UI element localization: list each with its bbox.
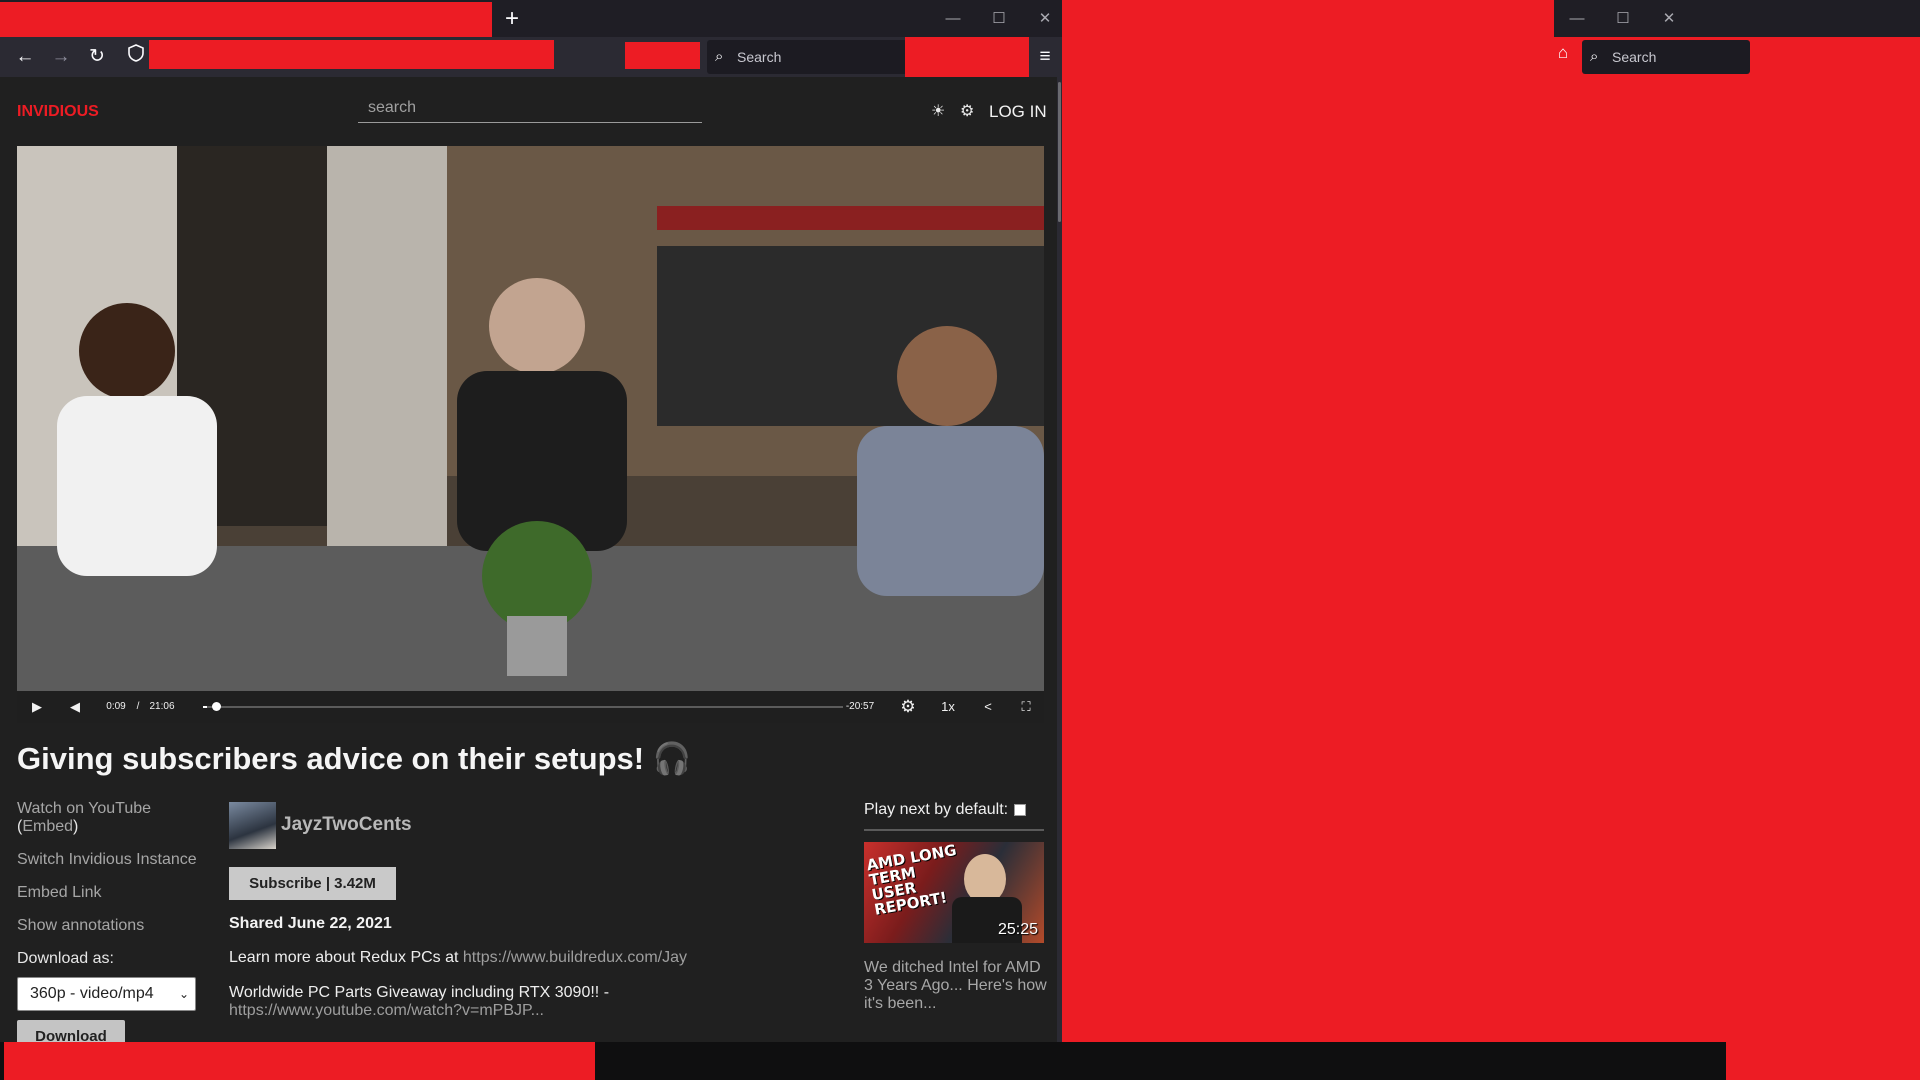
url-bar[interactable] [149, 40, 554, 69]
description-line-2: Worldwide PC Parts Giveaway including RT… [229, 984, 610, 1019]
video-actions: Watch on YouTube (Embed) Switch Invidiou… [17, 800, 212, 968]
play-next-label: Play next by default: [864, 801, 1009, 818]
page-content: INVIDIOUS ☀ ⚙ LOG IN [0, 77, 1057, 1042]
play-next-checkbox[interactable] [1014, 804, 1026, 816]
description-link[interactable]: https://www.youtube.com/watch?v=mPBJP... [229, 1002, 544, 1019]
minimize-icon[interactable]: — [1552, 0, 1602, 37]
login-link[interactable]: LOG IN [989, 102, 1047, 122]
embed-link-link[interactable]: Embed Link [17, 884, 212, 902]
sun-icon[interactable]: ☀ [931, 101, 945, 121]
second-window-titlebar: — ☐ ✕ [1554, 0, 1920, 37]
browser-window: + — ☐ ✕ ← → ↻ ⌕ Search ≡ INVIDIOUS ☀ ⚙ L… [0, 0, 1062, 1042]
video-player[interactable] [17, 146, 1044, 691]
redacted-tab[interactable] [0, 2, 492, 37]
seek-handle[interactable] [212, 702, 221, 711]
search-icon: ⌕ [715, 48, 724, 65]
download-format-select[interactable]: 360p - video/mp4 ⌄ [17, 977, 196, 1011]
search-icon: ⌕ [1590, 48, 1599, 65]
watch-on-youtube-link[interactable]: Watch on YouTube [17, 800, 212, 818]
settings-gear-icon[interactable]: ⚙ [895, 691, 921, 723]
reload-icon[interactable]: ↻ [82, 43, 112, 71]
seek-bar-fill [203, 706, 208, 708]
video-title: Giving subscribers advice on their setup… [17, 741, 692, 776]
video-frame [17, 146, 1044, 691]
recommended-video-title[interactable]: We ditched Intel for AMD 3 Years Ago... … [864, 959, 1049, 1013]
redacted-taskbar-area[interactable] [4, 1042, 595, 1080]
menu-icon[interactable]: ≡ [1030, 43, 1060, 71]
second-window-search-input[interactable]: ⌕ Search [1582, 40, 1750, 74]
shared-date: Shared June 22, 2021 [229, 915, 392, 932]
video-duration: 25:25 [997, 921, 1038, 938]
channel-avatar[interactable] [229, 802, 276, 849]
scrollbar-thumb[interactable] [1058, 82, 1061, 222]
player-controls: ▶ ◀ 0:09 / 21:06 -20:57 ⚙ 1x < ⛶ [17, 691, 1044, 723]
site-logo[interactable]: INVIDIOUS [17, 103, 99, 121]
download-label: Download as: [17, 950, 114, 967]
play-icon[interactable]: ▶ [27, 691, 47, 723]
share-icon[interactable]: < [975, 691, 1001, 723]
divider [864, 829, 1044, 831]
embed-line: (Embed) [17, 818, 79, 835]
gear-icon[interactable]: ⚙ [960, 101, 974, 121]
show-annotations-link[interactable]: Show annotations [17, 917, 212, 935]
close-icon[interactable]: ✕ [1020, 0, 1062, 37]
browser-search-input[interactable]: ⌕ Search [707, 40, 907, 74]
download-button[interactable]: Download [17, 1020, 125, 1042]
redacted-control[interactable] [625, 42, 700, 69]
redacted-toolbar[interactable] [905, 37, 1029, 77]
subscribe-button[interactable]: Subscribe | 3.42M [229, 867, 396, 900]
embed-link[interactable]: Embed [22, 818, 73, 835]
maximize-icon[interactable]: ☐ [1598, 0, 1648, 37]
duration: 21:06 [149, 701, 175, 712]
maximize-icon[interactable]: ☐ [974, 0, 1024, 37]
volume-icon[interactable]: ◀ [65, 691, 85, 723]
channel-name[interactable]: JayzTwoCents [281, 814, 412, 836]
home-icon[interactable]: ⌂ [1551, 41, 1575, 65]
fullscreen-icon[interactable]: ⛶ [1013, 691, 1039, 723]
minimize-icon[interactable]: — [928, 0, 978, 37]
recommended-video-thumbnail[interactable]: AMD LONG TERM USER REPORT! 25:25 [864, 842, 1044, 943]
site-search-input[interactable] [358, 93, 702, 123]
remaining-time: -20:57 [845, 701, 875, 712]
seek-bar[interactable] [203, 702, 843, 711]
playback-speed-button[interactable]: 1x [935, 691, 961, 723]
chevron-down-icon: ⌄ [178, 987, 189, 1001]
switch-instance-link[interactable]: Switch Invidious Instance [17, 851, 212, 869]
current-time: 0:09 [106, 701, 126, 712]
description-link[interactable]: https://www.buildredux.com/Jay [463, 949, 687, 966]
description-line-1: Learn more about Redux PCs at https://ww… [229, 949, 687, 966]
forward-arrow-icon[interactable]: → [46, 43, 76, 71]
shield-icon[interactable] [121, 43, 151, 71]
tab-bar: + — ☐ ✕ [0, 0, 1062, 37]
time-separator: / [136, 701, 140, 712]
back-arrow-icon[interactable]: ← [10, 43, 40, 71]
close-icon[interactable]: ✕ [1644, 0, 1694, 37]
plus-icon[interactable]: + [492, 4, 532, 34]
